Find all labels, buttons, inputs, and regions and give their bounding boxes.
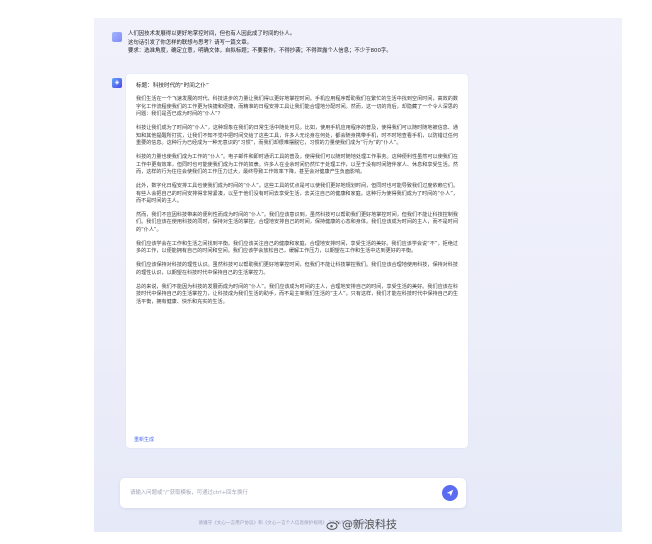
bot-avatar-icon: ◈ [112, 78, 122, 88]
chat-input-placeholder[interactable]: 请输入问题或“/”获取模板，可通过ctrl+回车换行 [130, 488, 248, 496]
answer-paragraph: 科技让我们成为了时间的“仆人”，这种现象在我们的日常生活中随处可见。比如，使用手… [136, 124, 458, 147]
send-icon [446, 489, 454, 497]
user-message-line: 要求：选准角度，确定立意，明确文体，自拟标题；不要套作，不得抄袭；不得泄露个人信… [128, 48, 392, 55]
watermark-text: @新浪科技 [342, 518, 397, 531]
regenerate-button[interactable]: 重新生成 [134, 436, 154, 443]
watermark: @新浪科技 [326, 516, 397, 532]
chat-input-box[interactable]: 请输入问题或“/”获取模板，可通过ctrl+回车换行 [120, 478, 466, 508]
answer-title: 标题：科技时代的“时间之仆” [136, 83, 209, 89]
weibo-logo-icon [326, 521, 340, 530]
user-message: 人们因技术发展得以更好地掌控时间，但也有人因此成了时间的仆人。 这句话引发了你怎… [112, 30, 492, 56]
answer-card: 标题：科技时代的“时间之仆” 我们生活在一个飞速发展的时代，科技进步的力量让我们… [126, 74, 468, 448]
answer-paragraph: 我们应该保持对科技的理性认识。虽然科技可以帮助我们更好地掌控时间，但我们不能让科… [136, 262, 458, 276]
answer-paragraph: 此外，数字化日程安排工具也使我们成为时间的“仆人”。这些工具的优点是可以使我们更… [136, 182, 458, 205]
answer-paragraph: 我们应该学会在工作和生活之间找到平衡。我们应该关注自己的健康和家庭，合理地安排时… [136, 240, 458, 255]
bot-message: ◈ 标题：科技时代的“时间之仆” 我们生活在一个飞速发展的时代，科技进步的力量让… [112, 74, 582, 448]
answer-paragraph: 总的来说，我们不能因为科技的发展而成为时间的“仆人”。我们应该成为时间的主人，合… [136, 283, 458, 305]
answer-paragraph: 然而，我们不应因科技带来的便利性而成为时间的“仆人”。我们应该意识到，虽然科技可… [136, 211, 458, 234]
user-avatar [112, 32, 122, 42]
send-button[interactable] [442, 485, 458, 501]
answer-body: 我们生活在一个飞速发展的时代，科技进步的力量让我们得以更好地掌控时间。手机应用程… [136, 96, 458, 306]
user-message-line: 这句话引发了你怎样的联想与思考？请写一篇文章。 [128, 39, 252, 46]
user-message-text: 人们因技术发展得以更好地掌控时间，但也有人因此成了时间的仆人。 这句话引发了你怎… [128, 30, 392, 56]
footer-text: 请遵守《文心一言用户协议》和《文心一言个人信息保护规则》 2023/05/31 … [198, 521, 390, 526]
answer-paragraph: 科技的力量也使我们成为工作的“仆人”。电子邮件和即时通讯工具的普及，使得我们可以… [136, 153, 458, 176]
chat-app: 人们因技术发展得以更好地掌控时间，但也有人因此成了时间的仆人。 这句话引发了你怎… [94, 18, 622, 532]
answer-paragraph: 我们生活在一个飞速发展的时代，科技进步的力量让我们得以更好地掌控时间。手机应用程… [136, 96, 458, 118]
user-message-line: 人们因技术发展得以更好地掌控时间，但也有人因此成了时间的仆人。 [128, 31, 296, 37]
